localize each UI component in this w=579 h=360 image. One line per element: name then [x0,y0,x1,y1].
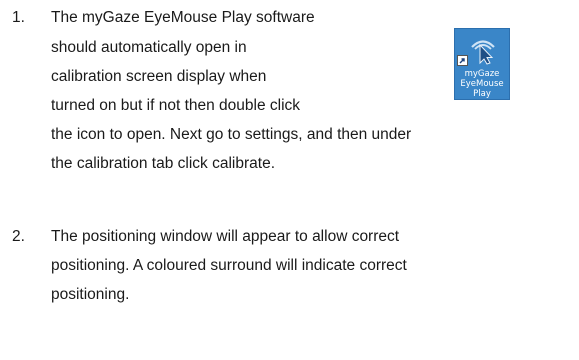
mygaze-eye-arrow-icon [471,40,495,65]
step-1-line-5: the icon to open. Next go to settings, a… [51,126,412,143]
step-1-line-2: should automatically open in [51,39,247,56]
step-1-line-6: the calibration tab click calibrate. [51,155,276,172]
mygaze-desktop-shortcut[interactable]: myGaze EyeMouse Play [454,28,510,100]
step-2-line-3: positioning. [51,286,130,303]
icon-label-line-1: myGaze [464,69,500,79]
step-1-number: 1. [12,9,25,26]
step-2-number: 2. [12,228,25,245]
step-2-line-2: positioning. A coloured surround will in… [51,257,407,274]
shortcut-arrow-icon [457,55,468,66]
step-1-line-1: The myGaze EyeMouse Play software [51,9,315,26]
step-1-line-3: calibration screen display when [51,68,267,85]
icon-label-line-3: Play [473,89,491,99]
step-2-line-1: The positioning window will appear to al… [51,228,400,245]
icon-label-line-2: EyeMouse [460,79,504,89]
step-1-line-4: turned on but if not then double click [51,97,301,114]
